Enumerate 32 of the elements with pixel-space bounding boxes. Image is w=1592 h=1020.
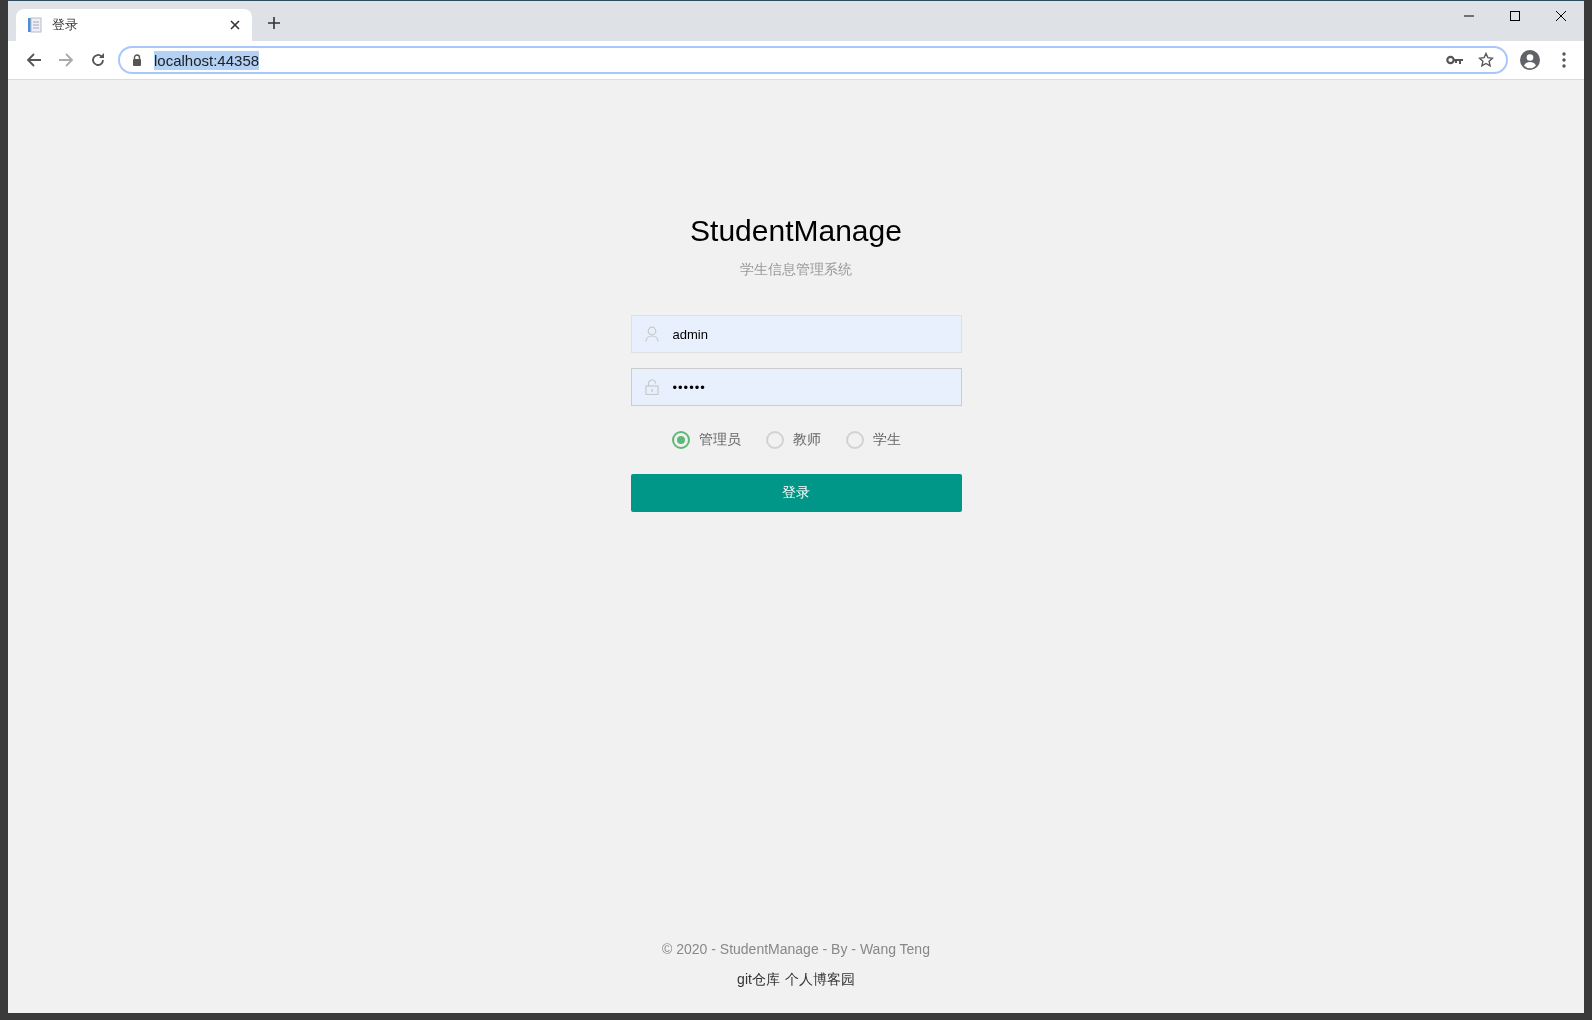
star-icon[interactable] (1478, 52, 1494, 68)
login-button[interactable]: 登录 (630, 474, 962, 512)
close-icon[interactable] (1555, 10, 1567, 22)
copyright-text: © 2020 - StudentManage - By - Wang Teng (662, 941, 930, 957)
radio-button[interactable] (765, 431, 784, 449)
password-field[interactable]: •••••• (630, 368, 962, 406)
footer-link[interactable]: 个人博客园 (784, 971, 855, 989)
username-field[interactable]: admin (630, 315, 962, 353)
lock-icon (132, 54, 142, 66)
reload-icon[interactable] (90, 52, 106, 68)
tab-title: 登录 (52, 16, 79, 34)
radio-label[interactable]: 管理员 (698, 431, 741, 449)
padlock-icon (644, 379, 659, 395)
user-icon (644, 326, 659, 342)
footer-link[interactable]: git仓库 (737, 971, 780, 989)
key-icon[interactable] (1446, 55, 1464, 65)
plus-icon[interactable] (267, 16, 281, 30)
close-tab-icon[interactable] (228, 18, 242, 32)
radio-button[interactable] (845, 431, 864, 449)
radio-label[interactable]: 学生 (872, 431, 901, 449)
address-bar[interactable]: localhost:44358 (118, 46, 1508, 74)
page-icon (28, 17, 42, 33)
browser-tab[interactable]: 登录 (16, 9, 252, 41)
menu-icon[interactable] (1562, 52, 1566, 68)
url-text: localhost:44358 (154, 50, 260, 70)
app-subtitle: 学生信息管理系统 (739, 261, 853, 279)
radio-label[interactable]: 教师 (792, 431, 821, 449)
back-arrow-icon[interactable] (26, 52, 42, 68)
maximize-icon[interactable] (1509, 10, 1521, 22)
account-icon[interactable] (1520, 50, 1540, 70)
radio-button[interactable] (671, 431, 690, 449)
app-title: StudentManage (689, 214, 903, 248)
